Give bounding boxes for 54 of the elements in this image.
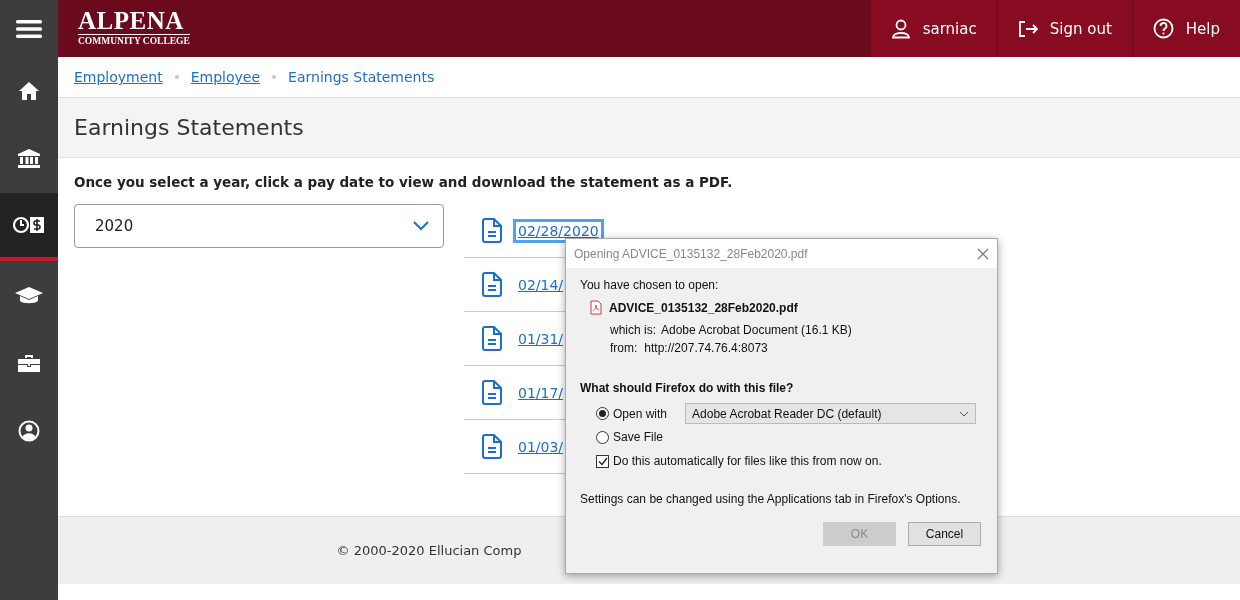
document-icon (482, 380, 502, 405)
breadcrumb-current[interactable]: Earnings Statements (288, 69, 435, 85)
home-icon (18, 81, 40, 101)
file-name: ADVICE_0135132_28Feb2020.pdf (609, 300, 798, 315)
close-icon[interactable] (977, 247, 989, 260)
chevron-icon (959, 410, 970, 417)
from-label: from: (610, 341, 638, 355)
briefcase-icon (17, 353, 41, 373)
sign-out-icon (1017, 19, 1038, 38)
application-select[interactable]: Adobe Acrobat Reader DC (default) (685, 403, 977, 424)
radio-button[interactable] (596, 407, 609, 420)
bank-icon (17, 149, 41, 169)
clock-dollar-icon (13, 215, 45, 235)
header-button[interactable]: sarniac (869, 0, 997, 57)
logo-title: ALPENA (78, 9, 190, 35)
question-text: What should Firefox do with this file? (580, 381, 795, 395)
help-icon (1152, 18, 1174, 39)
document-icon (482, 218, 502, 243)
settings-note: Settings can be changed using the Applications tab in Firefox's Options. (580, 492, 962, 506)
pay-date-link[interactable]: 02/28/2020 (516, 221, 601, 240)
type-value: Adobe Acrobat Document (16.1 KB) (661, 323, 852, 337)
dialog-title: Opening ADVICE_0135132_28Feb2020.pdf (574, 246, 808, 261)
radio-label: Save File (613, 430, 664, 444)
instructions: Once you select a year, click a pay date to view and download the statement as a PDF. (74, 174, 734, 190)
checkbox-label: Do this automatically for files like this from now on. (613, 454, 882, 468)
dialog-button[interactable]: Cancel (908, 522, 981, 546)
chevron-icon (413, 221, 429, 231)
document-icon (482, 326, 502, 351)
graduation-cap-icon (14, 285, 44, 305)
type-label: which is: (610, 323, 656, 337)
document-icon (482, 272, 502, 297)
checkbox[interactable] (596, 454, 609, 468)
from-value: http://207.74.76.4:8073 (644, 341, 768, 355)
header-button[interactable]: Sign out (996, 0, 1132, 57)
pdf-file-icon (590, 300, 602, 315)
logo-subtitle: COMMUNITY COLLEGE (78, 35, 190, 47)
breadcrumb-link[interactable]: Employee (190, 69, 261, 85)
pay-date-link[interactable]: 01/03/ (516, 437, 566, 456)
pay-date-link[interactable]: 01/17/ (516, 383, 566, 402)
user-icon (18, 420, 40, 442)
breadcrumb-link[interactable]: Employment (74, 69, 163, 85)
intro-text: You have chosen to open: (580, 278, 720, 292)
header-button[interactable]: Help (1131, 0, 1240, 57)
document-icon (482, 434, 502, 459)
year-select[interactable]: 2020 (74, 204, 444, 248)
radio-button[interactable] (596, 430, 609, 444)
user-icon (890, 18, 911, 39)
copyright-text: © 2000-2020 Ellucian Comp (336, 543, 522, 558)
radio-label: Open with (613, 406, 668, 421)
pay-date-link[interactable]: 01/31/ (516, 329, 566, 348)
menu-icon (16, 18, 42, 39)
page-title: Earnings Statements (74, 115, 304, 140)
pay-date-link[interactable]: 02/14/ (516, 275, 566, 294)
sidebar-item[interactable] (0, 193, 58, 261)
